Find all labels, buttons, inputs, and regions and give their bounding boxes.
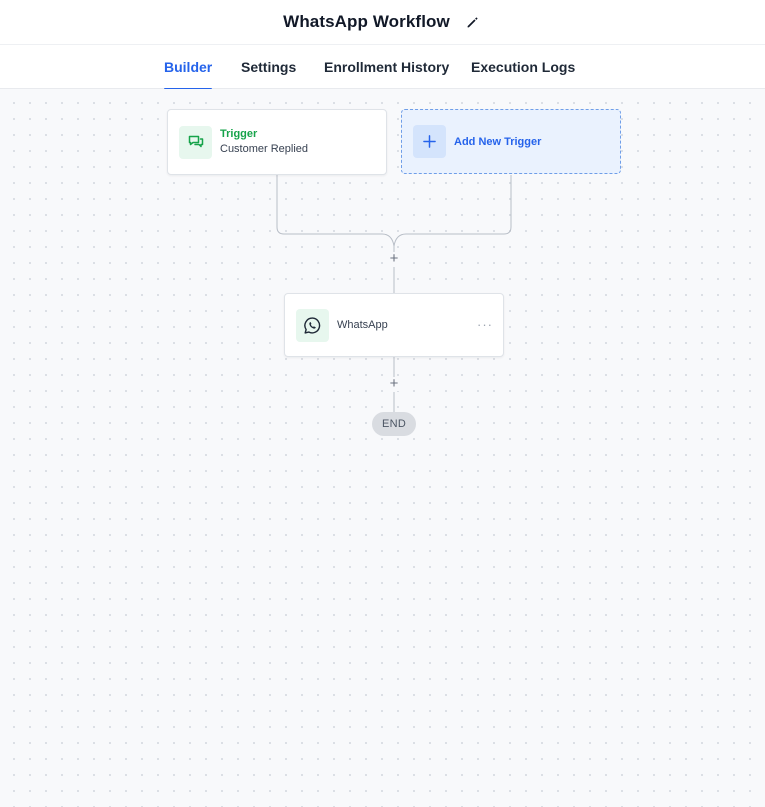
tab-bar: Builder Settings Enrollment History Exec…: [0, 45, 765, 90]
whatsapp-action-node[interactable]: WhatsApp ···: [284, 293, 504, 357]
tab-settings[interactable]: Settings: [241, 45, 296, 89]
trigger-text: Trigger Customer Replied: [220, 127, 308, 157]
workflow-canvas[interactable]: Trigger Customer Replied Add New Trigger…: [0, 89, 765, 807]
add-trigger-icon-box: [413, 125, 446, 158]
trigger-value: Customer Replied: [220, 143, 309, 155]
trigger-icon-box: [179, 125, 212, 159]
workflow-app: WhatsApp Workflow Builder Settings Enrol…: [0, 0, 765, 807]
tab-builder[interactable]: Builder: [164, 45, 213, 90]
tab-execution-logs[interactable]: Execution Logs: [471, 45, 575, 89]
chat-bubbles-icon: [188, 135, 203, 148]
title-bar: WhatsApp Workflow: [0, 0, 765, 45]
more-options-button[interactable]: ···: [477, 318, 493, 331]
plus-icon: [423, 135, 436, 148]
add-new-trigger-button[interactable]: Add New Trigger: [401, 109, 621, 174]
tab-enrollment-history[interactable]: Enrollment History: [324, 45, 449, 89]
workflow-title: WhatsApp Workflow: [283, 12, 450, 31]
add-step-button[interactable]: +: [387, 376, 401, 391]
connector-lines: [276, 175, 512, 412]
whatsapp-icon-box: [296, 308, 329, 342]
whatsapp-node-label: WhatsApp: [337, 319, 388, 331]
trigger-node[interactable]: Trigger Customer Replied: [167, 109, 387, 175]
add-trigger-label: Add New Trigger: [454, 135, 542, 148]
add-step-button[interactable]: +: [387, 251, 401, 266]
pencil-icon: [467, 16, 478, 27]
whatsapp-icon: [304, 316, 321, 334]
edit-title-button[interactable]: [464, 13, 482, 31]
end-node: END: [372, 412, 416, 436]
trigger-label: Trigger: [220, 128, 258, 140]
